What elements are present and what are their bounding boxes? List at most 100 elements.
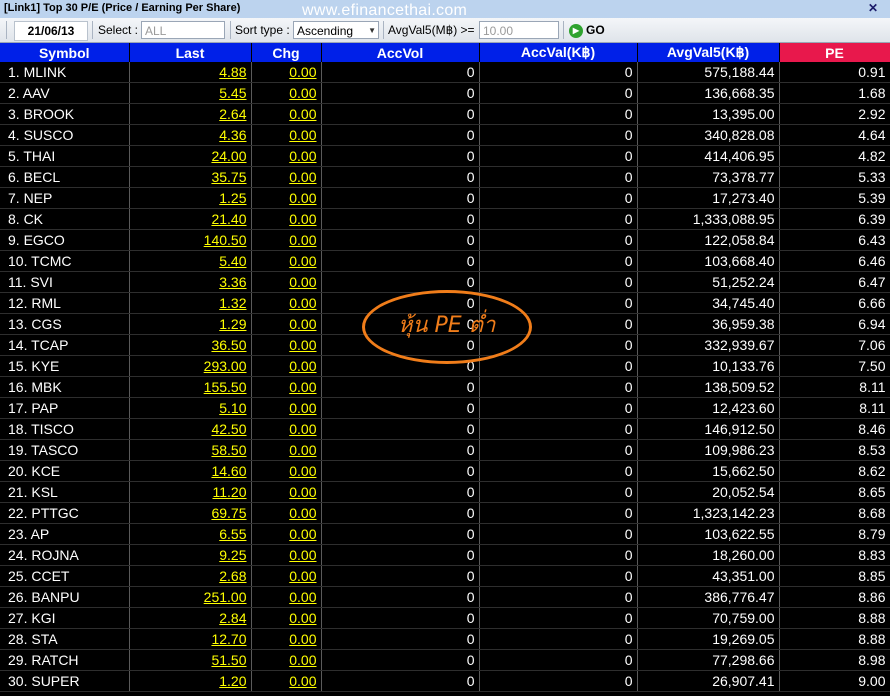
avgval-input[interactable]: 10.00 <box>479 21 559 39</box>
date-field[interactable]: 21/06/13 <box>14 21 88 41</box>
change-link[interactable]: 0.00 <box>251 250 322 272</box>
select-dropdown[interactable]: ALL <box>141 21 225 39</box>
table-row[interactable]: 20. KCE 14.60 0.00 0 0 15,662.50 8.62 <box>0 460 890 482</box>
last-price-link[interactable]: 2.68 <box>129 565 252 587</box>
last-price-link[interactable]: 14.60 <box>129 460 252 482</box>
last-price-link[interactable]: 12.70 <box>129 628 252 650</box>
change-link[interactable]: 0.00 <box>251 229 322 251</box>
last-price-link[interactable]: 58.50 <box>129 439 252 461</box>
change-link[interactable]: 0.00 <box>251 460 322 482</box>
last-price-link[interactable]: 21.40 <box>129 208 252 230</box>
col-header-accvol[interactable]: AccVol <box>321 43 480 62</box>
close-icon[interactable]: ✕ <box>868 1 878 15</box>
table-row[interactable]: 5. THAI 24.00 0.00 0 0 414,406.95 4.82 <box>0 145 890 167</box>
change-link[interactable]: 0.00 <box>251 565 322 587</box>
table-row[interactable]: 2. AAV 5.45 0.00 0 0 136,668.35 1.68 <box>0 82 890 104</box>
table-row[interactable]: 16. MBK 155.50 0.00 0 0 138,509.52 8.11 <box>0 376 890 398</box>
last-price-link[interactable]: 293.00 <box>129 355 252 377</box>
change-link[interactable]: 0.00 <box>251 607 322 629</box>
last-price-link[interactable]: 3.36 <box>129 271 252 293</box>
last-price-link[interactable]: 35.75 <box>129 166 252 188</box>
table-row[interactable]: 18. TISCO 42.50 0.00 0 0 146,912.50 8.46 <box>0 418 890 440</box>
change-link[interactable]: 0.00 <box>251 502 322 524</box>
table-row[interactable]: 28. STA 12.70 0.00 0 0 19,269.05 8.88 <box>0 628 890 650</box>
change-link[interactable]: 0.00 <box>251 418 322 440</box>
change-link[interactable]: 0.00 <box>251 145 322 167</box>
last-price-link[interactable]: 11.20 <box>129 481 252 503</box>
change-link[interactable]: 0.00 <box>251 292 322 314</box>
col-header-last[interactable]: Last <box>129 43 252 62</box>
change-link[interactable]: 0.00 <box>251 166 322 188</box>
table-row[interactable]: 6. BECL 35.75 0.00 0 0 73,378.77 5.33 <box>0 166 890 188</box>
last-price-link[interactable]: 5.10 <box>129 397 252 419</box>
change-link[interactable]: 0.00 <box>251 544 322 566</box>
change-link[interactable]: 0.00 <box>251 62 322 83</box>
last-price-link[interactable]: 2.84 <box>129 607 252 629</box>
change-link[interactable]: 0.00 <box>251 439 322 461</box>
last-price-link[interactable]: 51.50 <box>129 649 252 671</box>
table-row[interactable]: 30. SUPER 1.20 0.00 0 0 26,907.41 9.00 <box>0 670 890 692</box>
last-price-link[interactable]: 42.50 <box>129 418 252 440</box>
col-header-pe[interactable]: PE <box>779 43 890 62</box>
change-link[interactable]: 0.00 <box>251 271 322 293</box>
last-price-link[interactable]: 36.50 <box>129 334 252 356</box>
last-price-link[interactable]: 4.36 <box>129 124 252 146</box>
change-link[interactable]: 0.00 <box>251 649 322 671</box>
table-row[interactable]: 25. CCET 2.68 0.00 0 0 43,351.00 8.85 <box>0 565 890 587</box>
change-link[interactable]: 0.00 <box>251 187 322 209</box>
last-price-link[interactable]: 6.55 <box>129 523 252 545</box>
last-price-link[interactable]: 2.64 <box>129 103 252 125</box>
table-row[interactable]: 7. NEP 1.25 0.00 0 0 17,273.40 5.39 <box>0 187 890 209</box>
change-link[interactable]: 0.00 <box>251 334 322 356</box>
col-header-accval[interactable]: AccVal(K฿) <box>479 43 638 62</box>
change-link[interactable]: 0.00 <box>251 586 322 608</box>
table-row[interactable]: 19. TASCO 58.50 0.00 0 0 109,986.23 8.53 <box>0 439 890 461</box>
change-link[interactable]: 0.00 <box>251 103 322 125</box>
table-row[interactable]: 8. CK 21.40 0.00 0 0 1,333,088.95 6.39 <box>0 208 890 230</box>
last-price-link[interactable]: 140.50 <box>129 229 252 251</box>
table-row[interactable]: 26. BANPU 251.00 0.00 0 0 386,776.47 8.86 <box>0 586 890 608</box>
last-price-link[interactable]: 24.00 <box>129 145 252 167</box>
table-row[interactable]: 23. AP 6.55 0.00 0 0 103,622.55 8.79 <box>0 523 890 545</box>
change-link[interactable]: 0.00 <box>251 481 322 503</box>
col-header-chg[interactable]: Chg <box>251 43 322 62</box>
last-price-link[interactable]: 1.25 <box>129 187 252 209</box>
last-price-link[interactable]: 69.75 <box>129 502 252 524</box>
last-price-link[interactable]: 251.00 <box>129 586 252 608</box>
col-header-symbol[interactable]: Symbol <box>0 43 130 62</box>
accvol-cell: 0 <box>321 502 480 524</box>
last-price-link[interactable]: 1.32 <box>129 292 252 314</box>
change-link[interactable]: 0.00 <box>251 82 322 104</box>
sort-dropdown[interactable]: Ascending ▼ <box>293 21 379 39</box>
table-row[interactable]: 17. PAP 5.10 0.00 0 0 12,423.60 8.11 <box>0 397 890 419</box>
col-header-avgval5[interactable]: AvgVal5(K฿) <box>637 43 780 62</box>
change-link[interactable]: 0.00 <box>251 523 322 545</box>
change-link[interactable]: 0.00 <box>251 397 322 419</box>
last-price-link[interactable]: 9.25 <box>129 544 252 566</box>
table-row[interactable]: 9. EGCO 140.50 0.00 0 0 122,058.84 6.43 <box>0 229 890 251</box>
last-price-link[interactable]: 1.20 <box>129 670 252 692</box>
symbol-cell: 3. BROOK <box>0 103 130 125</box>
change-link[interactable]: 0.00 <box>251 355 322 377</box>
change-link[interactable]: 0.00 <box>251 124 322 146</box>
table-row[interactable]: 29. RATCH 51.50 0.00 0 0 77,298.66 8.98 <box>0 649 890 671</box>
table-row[interactable]: 10. TCMC 5.40 0.00 0 0 103,668.40 6.46 <box>0 250 890 272</box>
table-row[interactable]: 1. MLINK 4.88 0.00 0 0 575,188.44 0.91 <box>0 62 890 83</box>
last-price-link[interactable]: 5.40 <box>129 250 252 272</box>
table-row[interactable]: 21. KSL 11.20 0.00 0 0 20,052.54 8.65 <box>0 481 890 503</box>
last-price-link[interactable]: 155.50 <box>129 376 252 398</box>
change-link[interactable]: 0.00 <box>251 208 322 230</box>
table-row[interactable]: 3. BROOK 2.64 0.00 0 0 13,395.00 2.92 <box>0 103 890 125</box>
last-price-link[interactable]: 5.45 <box>129 82 252 104</box>
last-price-link[interactable]: 1.29 <box>129 313 252 335</box>
table-row[interactable]: 22. PTTGC 69.75 0.00 0 0 1,323,142.23 8.68 <box>0 502 890 524</box>
last-price-link[interactable]: 4.88 <box>129 62 252 83</box>
change-link[interactable]: 0.00 <box>251 376 322 398</box>
change-link[interactable]: 0.00 <box>251 670 322 692</box>
change-link[interactable]: 0.00 <box>251 313 322 335</box>
table-row[interactable]: 24. ROJNA 9.25 0.00 0 0 18,260.00 8.83 <box>0 544 890 566</box>
change-link[interactable]: 0.00 <box>251 628 322 650</box>
table-row[interactable]: 27. KGI 2.84 0.00 0 0 70,759.00 8.88 <box>0 607 890 629</box>
go-button[interactable]: ▶ GO <box>569 18 605 42</box>
table-row[interactable]: 4. SUSCO 4.36 0.00 0 0 340,828.08 4.64 <box>0 124 890 146</box>
